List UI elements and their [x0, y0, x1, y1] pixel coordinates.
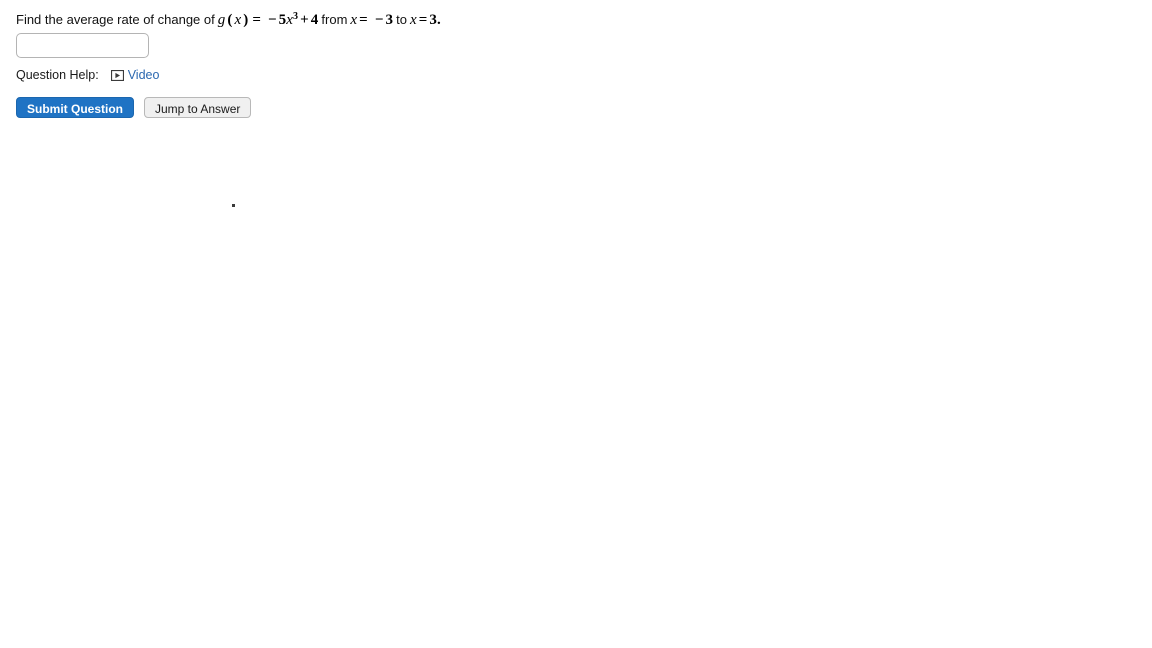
video-play-icon[interactable]	[110, 70, 124, 81]
plus-sign: +	[300, 12, 309, 28]
interval-end-expression: x = 3.	[410, 12, 441, 28]
equals-sign-1: =	[252, 12, 261, 28]
minus-sign-2: −	[374, 12, 384, 28]
minus-sign-1: −	[268, 12, 277, 28]
answer-input[interactable]	[16, 33, 149, 58]
equals-sign-2: =	[359, 12, 368, 28]
submit-question-button[interactable]: Submit Question	[16, 97, 134, 118]
interval-start-expression: x = −3	[350, 12, 393, 28]
interval-var-end: x	[409, 12, 417, 28]
to-word: to	[396, 12, 407, 27]
question-lead-text: Find the average rate of change of	[16, 12, 215, 27]
exponent: 3	[293, 11, 299, 22]
interval-end-value: 3	[429, 12, 437, 28]
constant-term: 4	[310, 12, 319, 28]
stray-dot-artifact	[232, 204, 235, 207]
from-word: from	[321, 12, 348, 27]
equals-sign-3: =	[418, 12, 428, 28]
question-math-expression: g(x) = −5x3 +4	[218, 11, 319, 29]
question-help-label: Question Help:	[16, 68, 99, 82]
question-help-row: Question Help: Video	[16, 68, 159, 83]
action-button-row: Submit Question Jump to Answer	[16, 97, 252, 118]
jump-to-answer-button[interactable]: Jump to Answer	[144, 97, 252, 118]
interval-start-value: 3	[385, 12, 394, 28]
question-prompt: Find the average rate of change of g(x) = −…	[16, 11, 441, 29]
sentence-period: .	[436, 12, 441, 28]
video-link[interactable]: Video	[128, 68, 160, 83]
paren-close: )	[243, 12, 249, 28]
